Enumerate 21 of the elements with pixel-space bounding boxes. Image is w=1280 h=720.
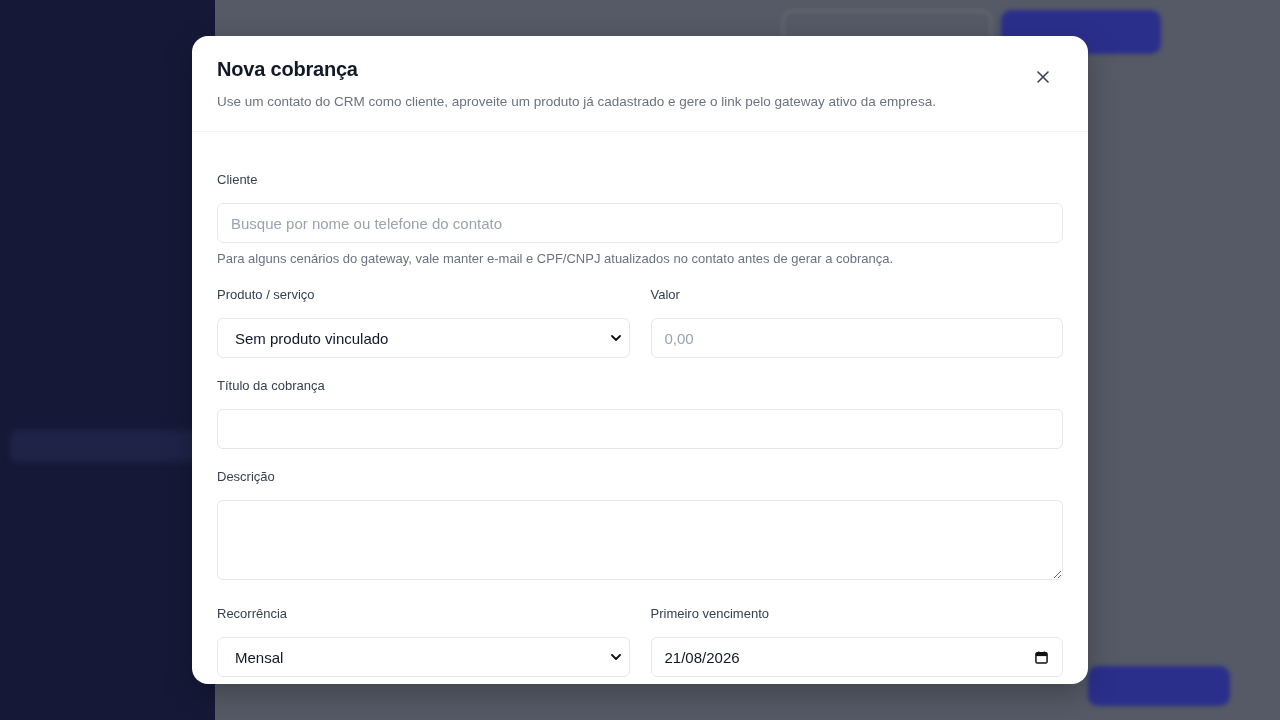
date-field[interactable]: 21/08/2026 xyxy=(650,637,1063,677)
field-label: Descrição xyxy=(217,468,276,486)
input-field[interactable]: Busque por nome ou telefone do contato xyxy=(217,203,1063,243)
chevron-down-icon xyxy=(610,335,621,341)
textarea-field[interactable] xyxy=(217,500,1063,580)
field-hint: Para alguns cenários do gateway, vale manter e-mail e CPF/CNPJ atualizados no contato antes de gerar a cobrança. xyxy=(217,251,895,267)
select-field[interactable]: Sem produto vinculado xyxy=(217,318,630,358)
modal-subtitle: Use um contato do CRM como cliente, aproveite um produto já cadastrado e gere o link pelo gateway ativo da empresa. xyxy=(217,93,936,111)
calendar-icon xyxy=(1035,650,1048,664)
field-label: Primeiro vencimento xyxy=(650,605,770,623)
close-icon xyxy=(1037,71,1049,83)
field-label: Título da cobrança xyxy=(217,377,326,395)
input-field[interactable] xyxy=(217,409,1063,449)
field-label: Cliente xyxy=(217,171,259,189)
input-field[interactable]: 0,00 xyxy=(650,318,1063,358)
modal-title: Nova cobrança xyxy=(217,57,359,81)
field-label: Recorrência xyxy=(217,605,289,623)
field-label: Produto / serviço xyxy=(217,286,316,304)
chevron-down-icon xyxy=(610,654,621,660)
select-field[interactable]: Mensal xyxy=(217,637,630,677)
field-label: Valor xyxy=(650,286,681,304)
